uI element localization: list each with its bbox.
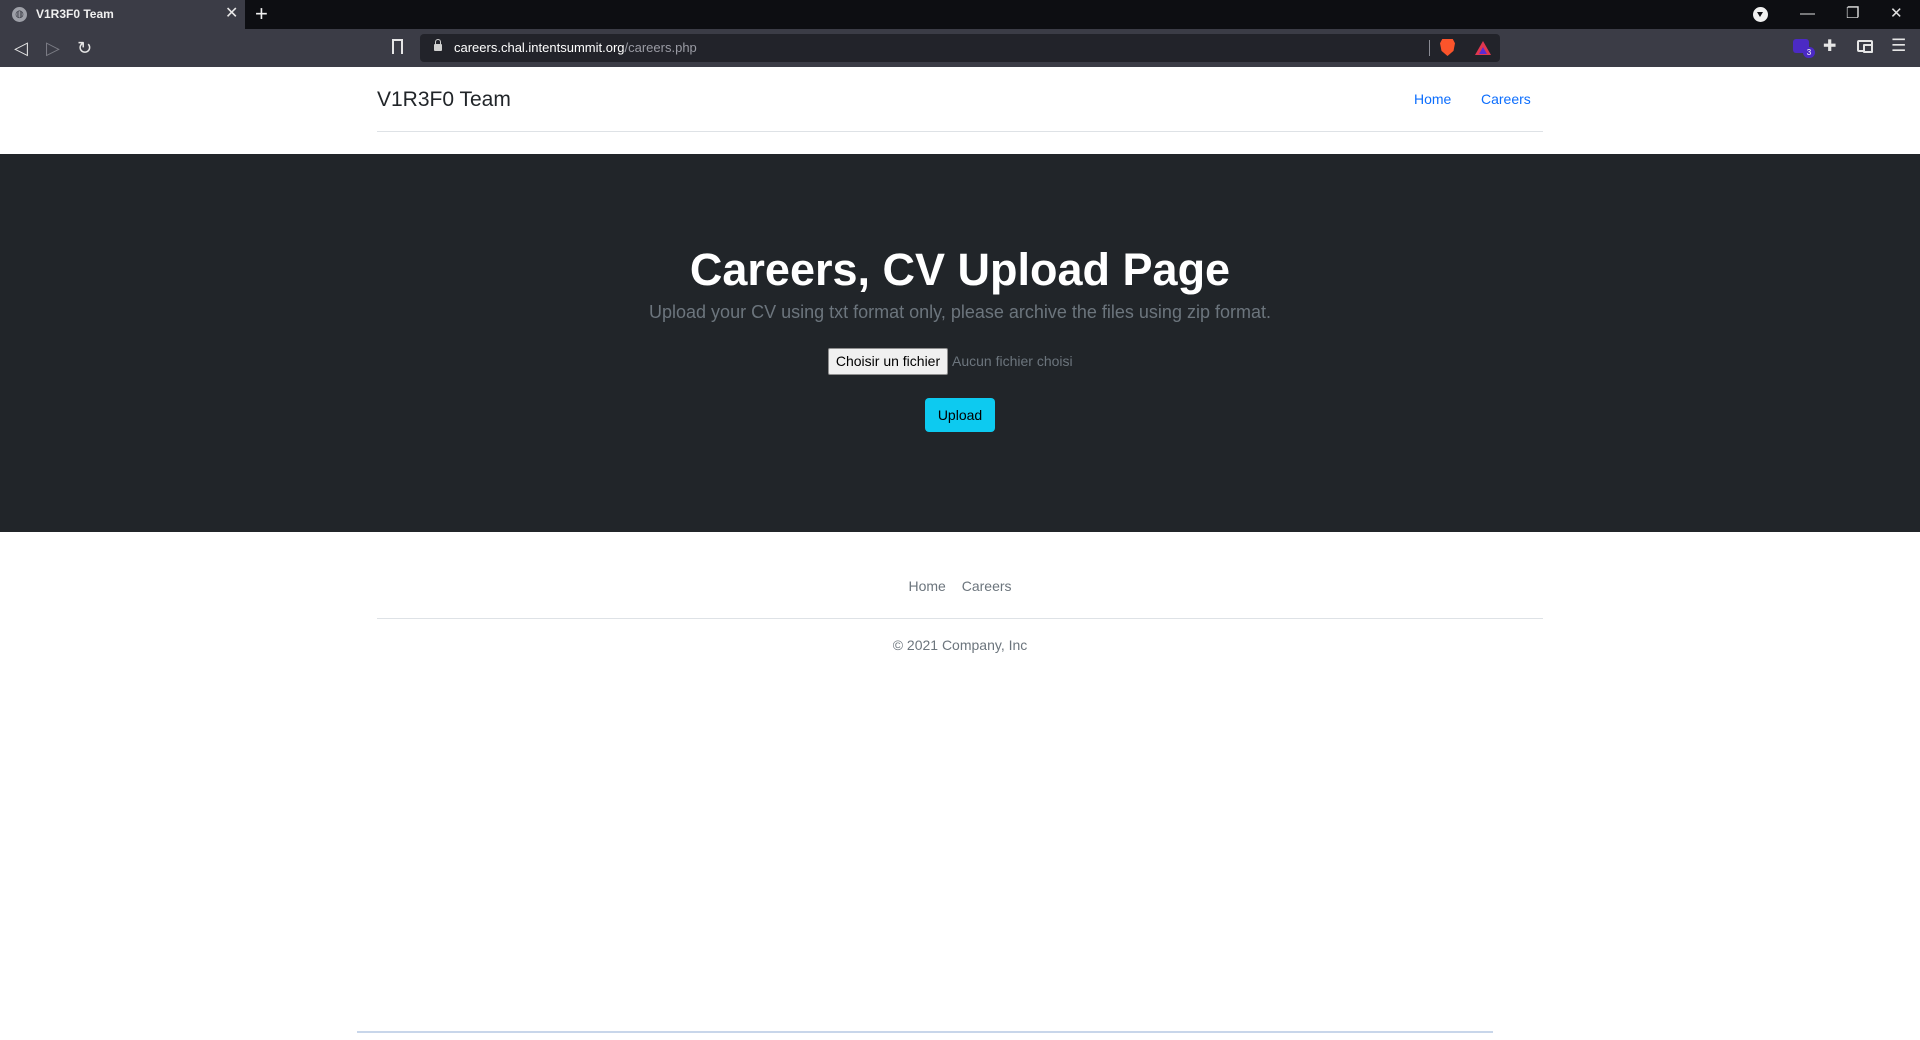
file-status-text: Aucun fichier choisi — [952, 353, 1073, 369]
wallet-icon[interactable] — [1857, 40, 1873, 53]
page-title: Careers, CV Upload Page — [689, 244, 1231, 295]
footer-divider — [377, 618, 1543, 619]
url-host: careers.chal.intentsummit.org — [454, 40, 625, 55]
tab-title: V1R3F0 Team — [36, 7, 114, 21]
brave-shields-icon[interactable] — [1440, 39, 1455, 56]
browser-tab-strip: ◍ V1R3F0 Team ✕ + — ❐ ✕ — [0, 0, 1920, 29]
close-tab-icon[interactable]: ✕ — [225, 5, 238, 23]
page-subtitle: Upload your CV using txt format only, pl… — [649, 302, 1271, 322]
browser-tab[interactable]: ◍ V1R3F0 Team ✕ — [0, 0, 245, 29]
choose-file-button[interactable]: Choisir un fichier — [828, 348, 948, 375]
hero-section: Careers, CV Upload Page Upload your CV u… — [0, 154, 1920, 532]
footer-home-link[interactable]: Home — [908, 578, 945, 594]
lock-icon — [434, 39, 442, 51]
extensions-puzzle-icon[interactable]: ✚ — [1823, 37, 1836, 57]
nav-home-link[interactable]: Home — [1414, 91, 1451, 107]
copyright-text: © 2021 Company, Inc — [892, 637, 1028, 653]
browser-menu-icon[interactable]: ☰ — [1891, 35, 1906, 57]
url-text[interactable]: careers.chal.intentsummit.org/careers.ph… — [454, 40, 697, 55]
reload-icon[interactable]: ↻ — [77, 37, 92, 59]
site-header: V1R3F0 Team Home Careers — [377, 67, 1543, 132]
web-page: V1R3F0 Team Home Careers Careers, CV Upl… — [0, 67, 1920, 1040]
globe-icon: ◍ — [12, 7, 27, 22]
site-brand[interactable]: V1R3F0 Team — [377, 88, 511, 112]
page-bottom-divider — [357, 1031, 1493, 1033]
footer-careers-link[interactable]: Careers — [962, 578, 1012, 594]
extension-badge: 3 — [1803, 47, 1815, 58]
footer-nav: Home Careers — [0, 578, 1920, 594]
nav-careers-link[interactable]: Careers — [1481, 91, 1531, 107]
forward-icon[interactable]: ▷ — [46, 37, 60, 59]
restore-icon[interactable]: ❐ — [1846, 2, 1859, 26]
brave-rewards-icon[interactable] — [1475, 41, 1491, 55]
url-separator — [1429, 40, 1430, 56]
browser-toolbar: ◁ ▷ ↻ careers.chal.intentsummit.org/care… — [0, 29, 1920, 67]
profile-menu-icon[interactable] — [1753, 7, 1768, 22]
back-icon[interactable]: ◁ — [14, 37, 28, 59]
bookmark-icon[interactable] — [392, 39, 403, 58]
url-path: /careers.php — [624, 40, 697, 55]
minimize-icon[interactable]: — — [1800, 2, 1815, 26]
close-window-icon[interactable]: ✕ — [1890, 2, 1903, 26]
address-bar[interactable]: careers.chal.intentsummit.org/careers.ph… — [420, 34, 1500, 62]
new-tab-icon[interactable]: + — [255, 3, 268, 25]
upload-button[interactable]: Upload — [925, 398, 995, 432]
